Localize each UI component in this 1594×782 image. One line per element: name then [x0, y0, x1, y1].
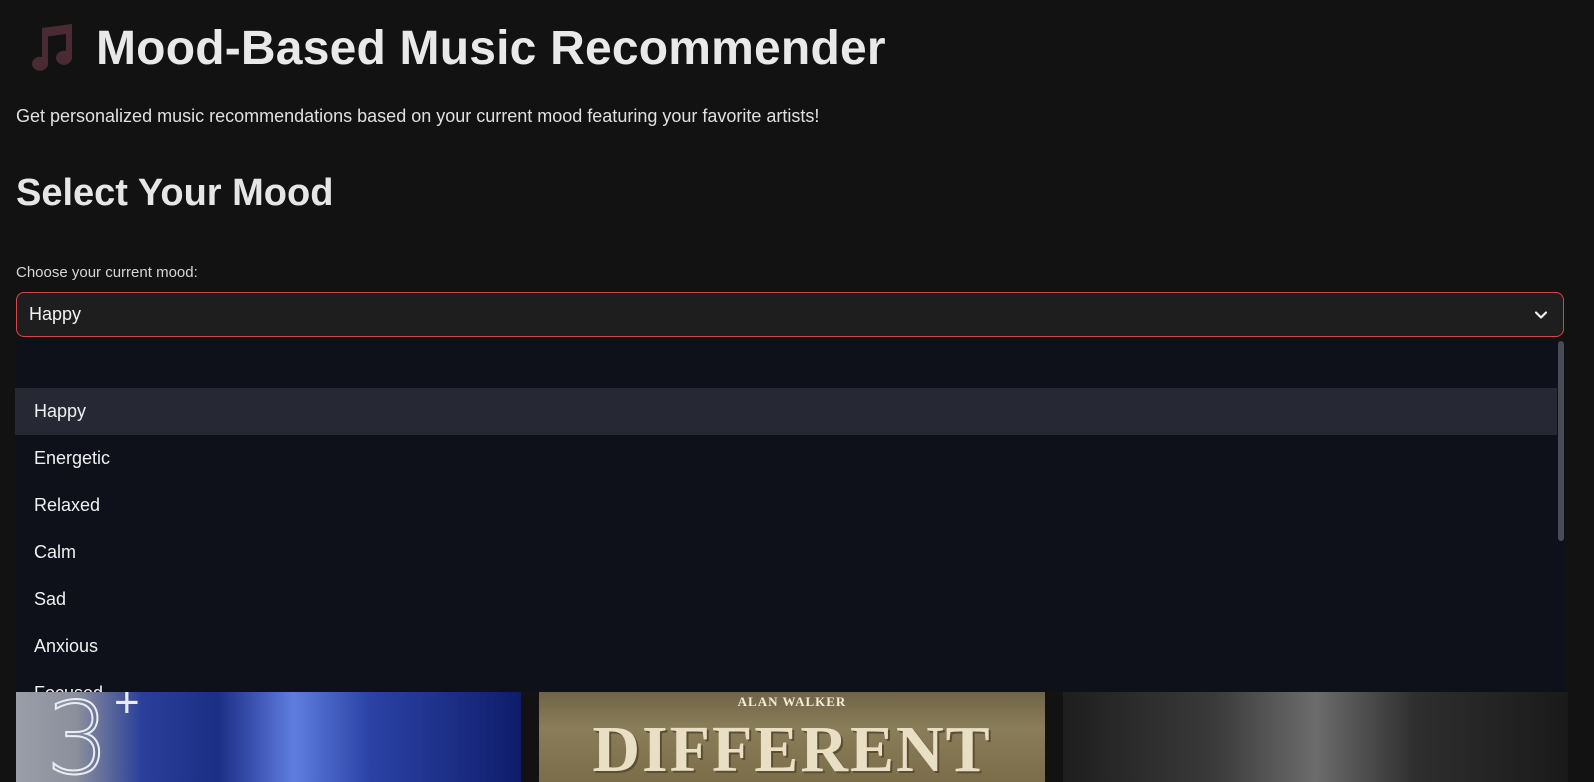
mood-option-focused[interactable]: Focused	[15, 670, 1559, 692]
chevron-down-icon[interactable]	[1531, 305, 1551, 325]
mood-option-happy[interactable]: Happy	[15, 388, 1559, 435]
section-title: Select Your Mood	[16, 172, 334, 214]
mood-option-energetic[interactable]: Energetic	[15, 435, 1559, 482]
album-gallery: 3 + ALAN WALKER DIFFERENT	[16, 692, 1568, 782]
mood-option-sad[interactable]: Sad	[15, 576, 1559, 623]
album-cover[interactable]: ALAN WALKER DIFFERENT	[539, 692, 1045, 782]
dropdown-scrollbar-thumb[interactable]	[1558, 341, 1564, 541]
album-cover-text: DIFFERENT	[592, 713, 992, 782]
album-cover[interactable]: 3 +	[16, 692, 521, 782]
page-header: Mood-Based Music Recommender	[22, 20, 886, 76]
page-subtitle: Get personalized music recommendations b…	[16, 106, 820, 126]
mood-select[interactable]: Happy	[16, 292, 1564, 337]
album-cover-sup: +	[114, 692, 140, 727]
album-artist: ALAN WALKER	[737, 694, 847, 709]
album-cover[interactable]	[1063, 692, 1568, 782]
mood-select-value: Happy	[29, 304, 82, 324]
mood-option-anxious[interactable]: Anxious	[15, 623, 1559, 670]
album-cover-text: 3	[45, 692, 111, 782]
mood-dropdown-menu[interactable]: Happy Energetic Relaxed Calm Sad Anxious…	[15, 341, 1565, 692]
dropdown-scrollbar[interactable]	[1557, 341, 1565, 692]
mood-select-label: Choose your current mood:	[16, 264, 198, 281]
musical-note-icon	[32, 24, 72, 71]
mood-option-calm[interactable]: Calm	[15, 529, 1559, 576]
mood-option-relaxed[interactable]: Relaxed	[15, 482, 1559, 529]
page-title: Mood-Based Music Recommender	[96, 21, 886, 75]
app-root: Mood-Based Music Recommender Get persona…	[0, 0, 1594, 782]
